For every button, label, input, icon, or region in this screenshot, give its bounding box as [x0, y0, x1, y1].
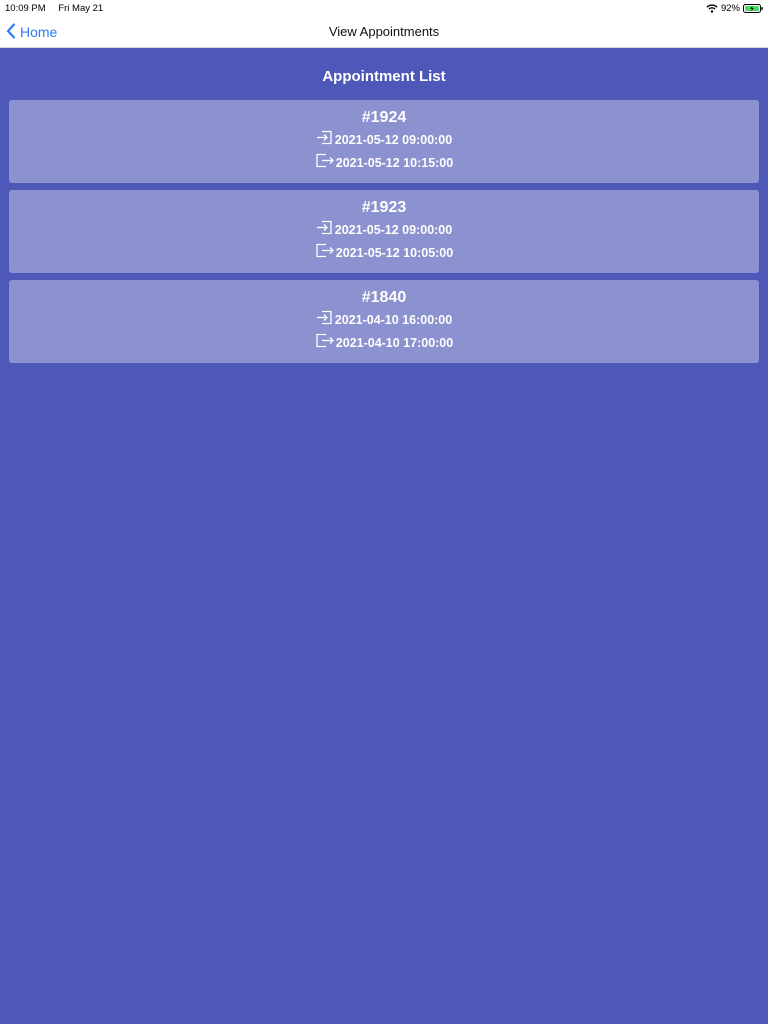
battery-percent: 92% [720, 2, 740, 14]
check-out-row: 2021-05-12 10:05:00 [9, 241, 759, 264]
status-left: 10:09 PM Fri May 21 [5, 3, 113, 14]
appointment-list: #1924 2021-05-12 09:00:00 2021-05-12 10:… [9, 100, 759, 370]
logout-icon [315, 153, 336, 168]
check-out-time: 2021-05-12 10:15:00 [335, 155, 454, 170]
wifi-icon [706, 3, 718, 13]
battery-charging-icon [743, 3, 763, 13]
main-content: Appointment List #1924 2021-05-12 09:00:… [0, 48, 768, 1024]
navigation-bar: Home View Appointments [0, 16, 768, 48]
check-in-time: 2021-05-12 09:00:00 [334, 222, 453, 237]
nav-title: View Appointments [328, 24, 440, 39]
appointment-id: #1840 [361, 289, 407, 306]
status-right: 92% [706, 3, 763, 14]
page-title: Appointment List [322, 68, 446, 85]
login-icon [316, 310, 335, 325]
check-in-time: 2021-05-12 09:00:00 [334, 132, 453, 147]
check-out-time: 2021-04-10 17:00:00 [335, 335, 454, 350]
check-in-row: 2021-05-12 09:00:00 [9, 218, 759, 241]
status-time: 10:09 PM [5, 2, 46, 14]
check-out-row: 2021-04-10 17:00:00 [9, 331, 759, 354]
check-out-row: 2021-05-12 10:15:00 [9, 151, 759, 174]
appointment-card[interactable]: #1924 2021-05-12 09:00:00 2021-05-12 10:… [9, 100, 759, 183]
check-in-row: 2021-05-12 09:00:00 [9, 128, 759, 151]
appointment-id: #1924 [361, 109, 407, 126]
check-out-time: 2021-05-12 10:05:00 [335, 245, 454, 260]
login-icon [316, 220, 335, 235]
logout-icon [315, 243, 336, 258]
status-date: Fri May 21 [58, 2, 104, 14]
check-in-row: 2021-04-10 16:00:00 [9, 308, 759, 331]
logout-icon [315, 333, 336, 348]
check-in-time: 2021-04-10 16:00:00 [334, 312, 453, 327]
appointment-card[interactable]: #1923 2021-05-12 09:00:00 2021-05-12 10:… [9, 190, 759, 273]
appointment-id: #1923 [361, 199, 407, 216]
appointment-card[interactable]: #1840 2021-04-10 16:00:00 2021-04-10 17:… [9, 280, 759, 363]
status-bar: 10:09 PM Fri May 21 92% [0, 0, 768, 16]
login-icon [316, 130, 335, 145]
